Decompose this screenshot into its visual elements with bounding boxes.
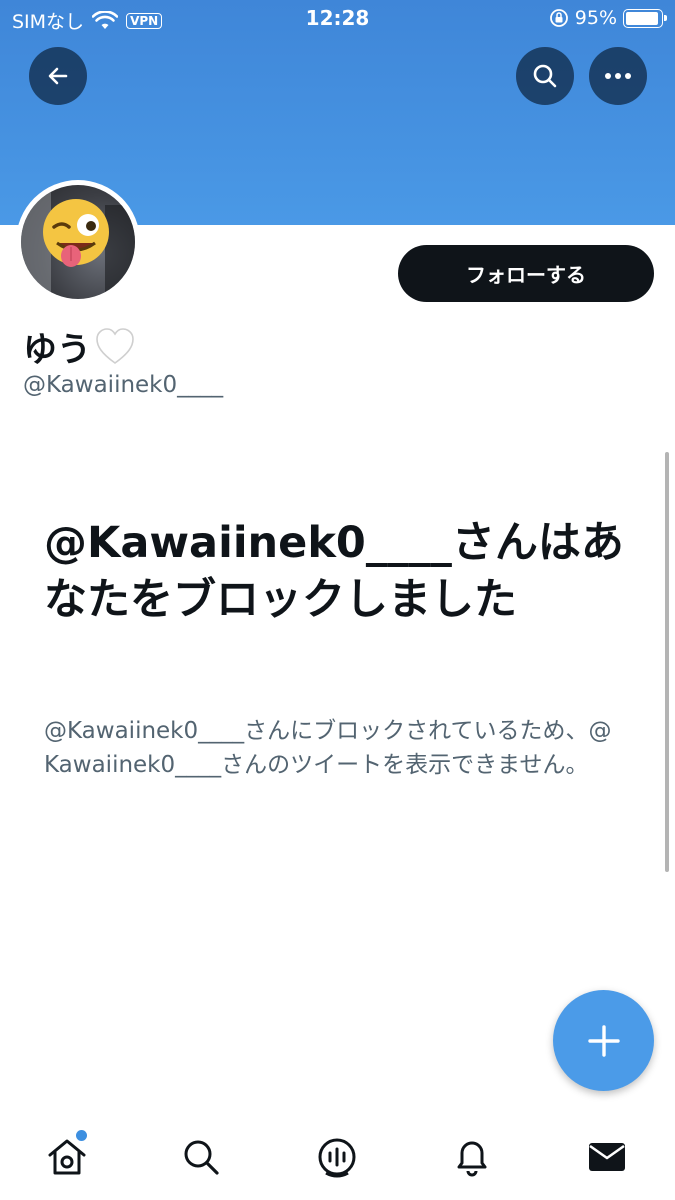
tab-notifications[interactable] — [447, 1132, 497, 1182]
status-right-group: 95% — [549, 7, 667, 29]
battery-fill — [626, 11, 659, 25]
search-button[interactable] — [516, 47, 574, 105]
scrollbar[interactable] — [665, 452, 669, 872]
tab-search[interactable] — [176, 1132, 226, 1182]
avatar[interactable] — [16, 180, 140, 304]
battery-percent: 95% — [574, 7, 617, 29]
display-name: ゆう — [23, 322, 135, 371]
search-icon — [184, 1140, 219, 1175]
more-horizontal-icon — [605, 73, 631, 79]
more-button[interactable] — [589, 47, 647, 105]
follow-button[interactable]: フォローする — [398, 245, 654, 302]
tab-spaces[interactable] — [312, 1132, 362, 1182]
orientation-lock-icon — [549, 9, 568, 27]
avatar-photo — [21, 185, 135, 299]
plus-icon — [587, 1024, 620, 1057]
back-button[interactable] — [29, 47, 87, 105]
tab-messages[interactable] — [582, 1132, 632, 1182]
white-heart-icon — [96, 327, 134, 364]
bottom-tab-bar — [0, 1120, 675, 1200]
compose-tweet-button[interactable] — [553, 990, 654, 1091]
profile-handle: @Kawaiinek0____ — [23, 372, 224, 398]
display-name-text: ゆう — [23, 330, 91, 370]
home-icon — [48, 1139, 86, 1175]
spaces-icon — [318, 1138, 356, 1178]
battery-icon — [623, 8, 667, 28]
status-bar: SIMなし VPN 12:28 95% — [0, 0, 675, 38]
mail-icon — [589, 1143, 625, 1171]
blocked-description: @Kawaiinek0____さんにブロックされているため、@Kawaiinek… — [44, 718, 612, 778]
arrow-left-icon — [48, 67, 68, 85]
home-notification-dot — [76, 1130, 87, 1141]
search-icon — [533, 64, 557, 88]
bell-icon — [457, 1141, 487, 1177]
winking-face-icon — [21, 185, 135, 299]
blocked-title: @Kawaiinek0____さんはあなたをブロックしました — [44, 518, 624, 625]
